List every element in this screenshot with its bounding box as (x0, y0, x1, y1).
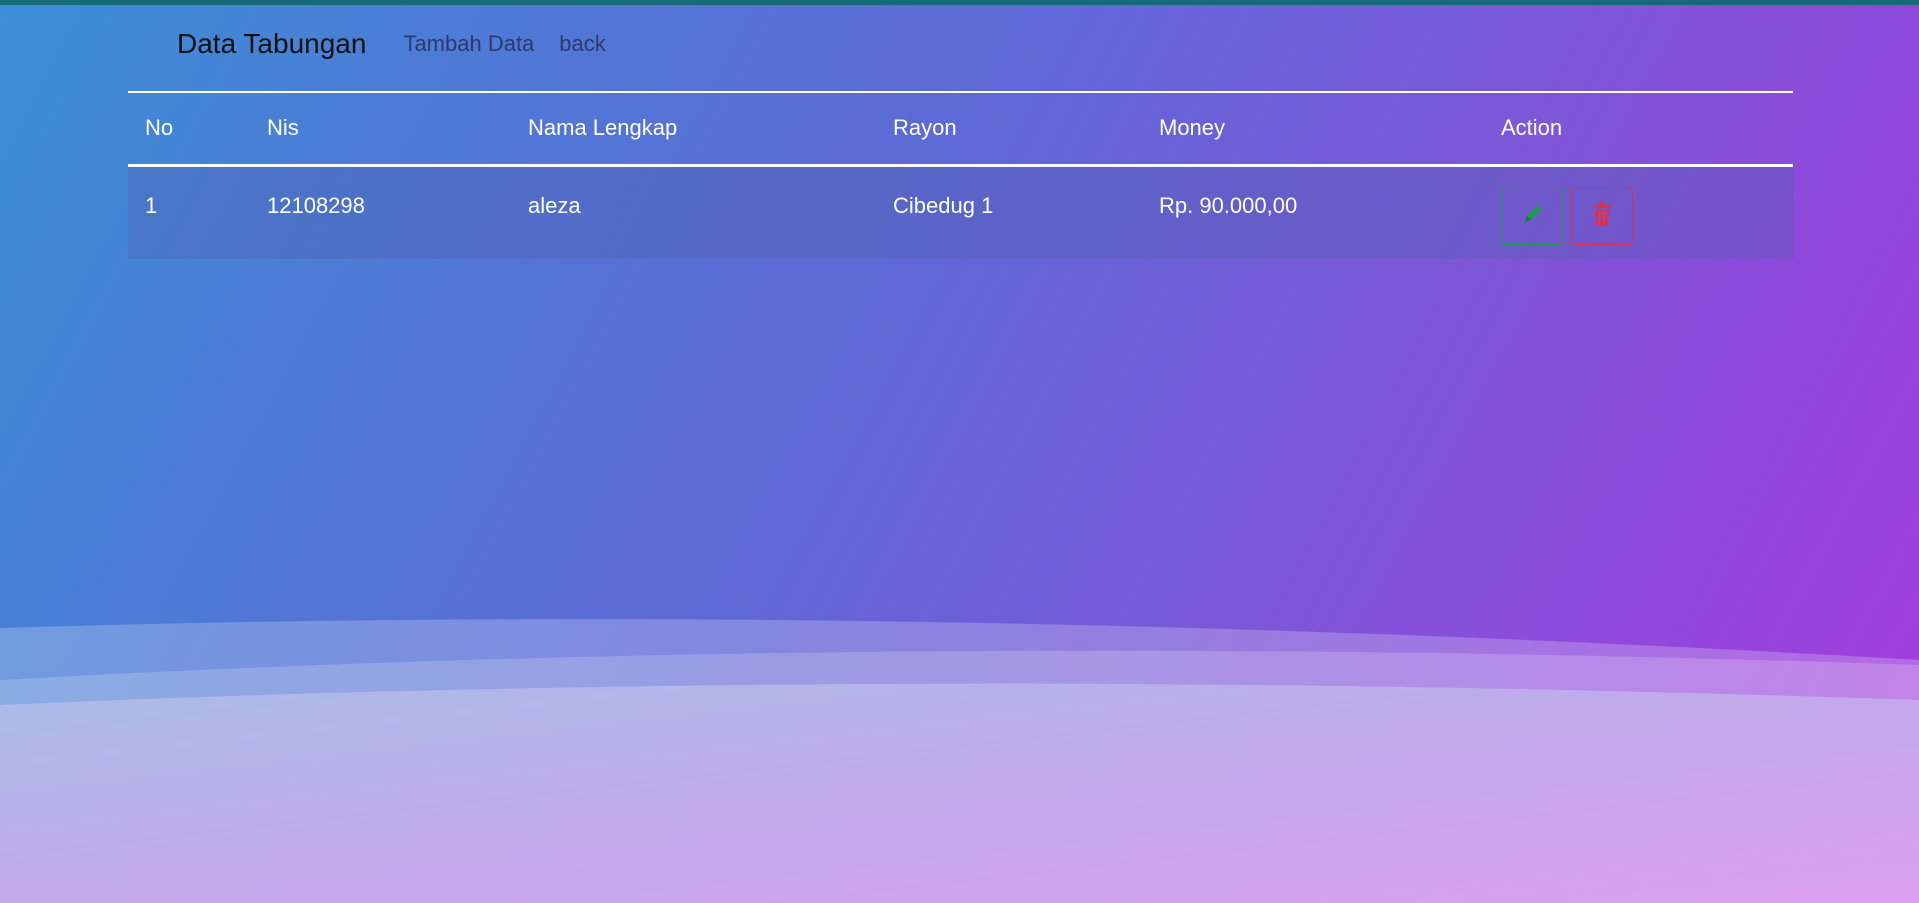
pencil-icon (1520, 201, 1546, 230)
table-row: 1 12108298 aleza Cibedug 1 Rp. 90.000,00 (128, 165, 1793, 259)
nav-link-tambah-data[interactable]: Tambah Data (403, 31, 534, 57)
navbar: Data Tabungan Tambah Data back (128, 5, 1793, 91)
edit-button[interactable] (1501, 186, 1564, 245)
cell-rayon: Cibedug 1 (876, 165, 1142, 259)
header-rayon: Rayon (876, 92, 1142, 167)
cell-actions (1484, 165, 1793, 259)
cell-nama: aleza (511, 165, 876, 259)
delete-button[interactable] (1570, 186, 1633, 245)
nav-link-back[interactable]: back (559, 31, 605, 57)
table-header-row: No Nis Nama Lengkap Rayon Money Action (128, 92, 1793, 167)
brand-title[interactable]: Data Tabungan (177, 28, 366, 60)
cell-no: 1 (128, 165, 250, 259)
trash-icon (1590, 201, 1614, 230)
header-action: Action (1484, 92, 1793, 167)
main-container: Data Tabungan Tambah Data back No Nis Na… (128, 5, 1793, 259)
action-buttons (1501, 186, 1793, 245)
cell-money: Rp. 90.000,00 (1142, 165, 1484, 259)
savings-table: No Nis Nama Lengkap Rayon Money Action 1… (128, 91, 1793, 259)
cell-nis: 12108298 (250, 165, 511, 259)
header-money: Money (1142, 92, 1484, 167)
header-no: No (128, 92, 250, 167)
header-nis: Nis (250, 92, 511, 167)
header-nama-lengkap: Nama Lengkap (511, 92, 876, 167)
